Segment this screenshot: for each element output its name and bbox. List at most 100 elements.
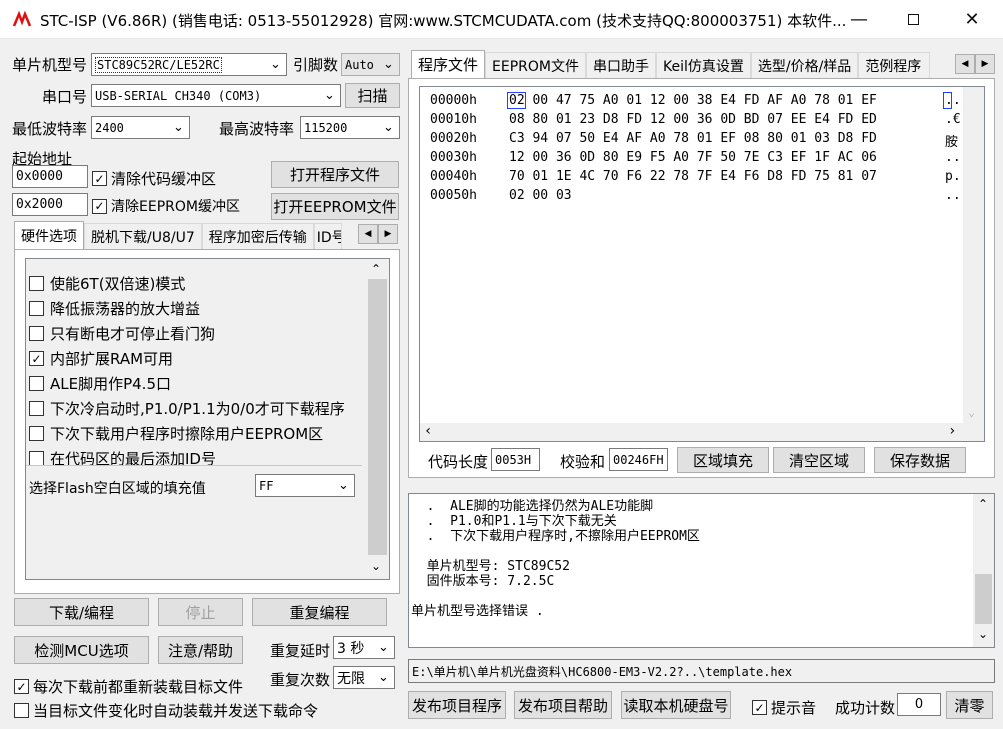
help-button[interactable]: 注意/帮助	[158, 636, 243, 664]
repeat-count-select[interactable]: 无限 ⌄	[333, 666, 395, 689]
sound-checkbox[interactable]: ✓	[752, 700, 767, 715]
tab-id-number[interactable]: ID号	[313, 223, 342, 249]
scroll-thumb[interactable]	[368, 279, 387, 555]
right-tab-scroll-right-icon[interactable]: ▶	[975, 54, 995, 74]
max-baud-label: 最高波特率	[219, 120, 295, 138]
max-baud-select[interactable]: 115200 ⌄	[300, 116, 400, 139]
right-tab-scroll-left-icon[interactable]: ◀	[955, 54, 975, 74]
hardware-option[interactable]: ALE脚用作P4.5口	[29, 373, 171, 394]
tab-program-file[interactable]: 程序文件	[411, 50, 486, 78]
scroll-left-icon[interactable]: ‹	[424, 423, 432, 439]
option-checkbox[interactable]	[29, 301, 44, 316]
hardware-option[interactable]: 使能6T(双倍速)模式	[29, 273, 185, 294]
option-checkbox[interactable]	[29, 451, 44, 466]
hex-row[interactable]: 00000h 02 00 47 75 A0 01 12 00 38 E4 FD A…	[430, 93, 961, 108]
tab-selection-price[interactable]: 选型/价格/样品	[750, 52, 859, 78]
open-program-file-button[interactable]: 打开程序文件	[271, 161, 399, 188]
reload-checkbox[interactable]: ✓	[14, 679, 29, 694]
log-output[interactable]: . ALE脚的功能选择仍然为ALE功能脚 . P1.0和P1.1与下次下载无关 …	[408, 493, 995, 648]
option-checkbox[interactable]	[29, 326, 44, 341]
hex-row[interactable]: 00020h C3 94 07 50 E4 AF A0 78 01 EF 08 8…	[430, 131, 958, 150]
option-checkbox[interactable]	[29, 426, 44, 441]
check-mcu-options-button[interactable]: 检测MCU选项	[14, 636, 149, 664]
min-baud-select[interactable]: 2400 ⌄	[91, 116, 190, 139]
option-checkbox[interactable]: ✓	[29, 351, 44, 366]
option-label: 下次冷启动时,P1.0/P1.1为0/0才可下载程序	[50, 400, 345, 418]
tab-serial-assistant[interactable]: 串口助手	[585, 52, 656, 78]
option-checkbox[interactable]	[29, 401, 44, 416]
hardware-option[interactable]: ✓ 内部扩展RAM可用	[29, 348, 173, 369]
hardware-option[interactable]: 只有断电才可停止看门狗	[29, 323, 215, 344]
tab-encrypted-transfer[interactable]: 程序加密后传输	[201, 223, 314, 249]
hex-bytes[interactable]: 08 80 01 23 D8 FD 12 00 36 0D BD 07 EE E…	[509, 112, 877, 127]
reload-label: 每次下载前都重新装载目标文件	[33, 678, 244, 696]
hex-row[interactable]: 00010h 08 80 01 23 D8 FD 12 00 36 0D BD 0…	[430, 112, 961, 127]
scroll-thumb[interactable]	[975, 574, 992, 624]
tab-eeprom-file[interactable]: EEPROM文件	[485, 52, 586, 78]
minimize-icon[interactable]: —	[830, 0, 888, 39]
reprogram-button[interactable]: 重复编程	[252, 598, 387, 626]
fill-value-select[interactable]: FF ⌄	[255, 474, 355, 497]
clear-count-button[interactable]: 清零	[946, 691, 993, 719]
auto-send-checkbox[interactable]	[14, 703, 29, 718]
hex-bytes[interactable]: 12 00 36 0D 80 E9 F5 A0 7F 50 7E C3 EF 1…	[509, 150, 877, 165]
repeat-delay-select[interactable]: 3 秒 ⌄	[333, 636, 395, 659]
hex-bytes[interactable]: C3 94 07 50 E4 AF A0 78 01 EF 08 80 01 0…	[509, 131, 877, 146]
options-scrollbar[interactable]: ⌃ ⌄	[366, 259, 389, 579]
option-checkbox[interactable]	[29, 276, 44, 291]
hex-bytes[interactable]: 02 00 47 75 A0 01 12 00 38 E4 FD AF A0 7…	[509, 93, 877, 108]
max-baud-value: 115200	[304, 120, 348, 135]
tab-hardware-options[interactable]: 硬件选项	[14, 221, 84, 249]
tab-scroll-left-icon[interactable]: ◀	[358, 224, 378, 244]
auto-send-checkbox-row[interactable]: 当目标文件变化时自动装载并发送下载命令	[14, 700, 318, 721]
hex-address: 00040h	[430, 169, 477, 184]
scroll-up-icon[interactable]: ⌃	[371, 262, 381, 276]
close-icon[interactable]: ✕	[943, 0, 1001, 39]
scan-button[interactable]: 扫描	[345, 83, 400, 108]
log-scrollbar[interactable]: ⌃ ⌄	[973, 494, 994, 647]
tab-scroll-right-icon[interactable]: ▶	[378, 224, 398, 244]
tab-examples[interactable]: 范例程序	[858, 52, 931, 78]
scroll-down-icon[interactable]: ⌄	[371, 559, 381, 573]
hex-row[interactable]: 00030h 12 00 36 0D 80 E9 F5 A0 7F 50 7E C…	[430, 150, 961, 165]
stop-button[interactable]: 停止	[158, 598, 243, 626]
publish-help-button[interactable]: 发布项目帮助	[514, 691, 612, 719]
reload-checkbox-row[interactable]: ✓ 每次下载前都重新装载目标文件	[14, 676, 243, 697]
clear-eeprom-checkbox-row[interactable]: ✓ 清除EEPROM缓冲区	[92, 196, 240, 216]
hex-row[interactable]: 00050h 02 00 03..	[430, 188, 961, 203]
scroll-down-icon[interactable]: ⌄	[968, 405, 975, 419]
mcu-type-select[interactable]: STC89C52RC/LE52RC ⌄	[91, 53, 287, 76]
read-disk-id-button[interactable]: 读取本机硬盘号	[621, 691, 731, 719]
hex-horizontal-scrollbar[interactable]: ‹ ›	[420, 423, 984, 441]
scroll-up-icon[interactable]: ⌃	[978, 497, 988, 511]
hex-bytes[interactable]: 70 01 1E 4C 70 F6 22 78 7F E4 F6 D8 FD 7…	[509, 169, 877, 184]
code-address-input[interactable]: 0x0000	[12, 165, 88, 188]
clear-code-checkbox-row[interactable]: ✓ 清除代码缓冲区	[92, 168, 216, 189]
hardware-option[interactable]: 下次冷启动时,P1.0/P1.1为0/0才可下载程序	[29, 398, 345, 419]
clear-region-button[interactable]: 清空区域	[773, 447, 865, 473]
port-select[interactable]: USB-SERIAL CH340 (COM3) ⌄	[91, 84, 341, 107]
hex-bytes[interactable]: 02 00 03	[509, 188, 572, 203]
clear-code-checkbox[interactable]: ✓	[92, 171, 107, 186]
hardware-option[interactable]: 下次下载用户程序时擦除用户EEPROM区	[29, 423, 323, 444]
hex-viewer[interactable]: 00000h 02 00 47 75 A0 01 12 00 38 E4 FD A…	[419, 86, 985, 442]
pin-count-select[interactable]: Auto ⌄	[341, 53, 400, 76]
hardware-option[interactable]: 降低振荡器的放大增益	[29, 298, 200, 319]
maximize-icon[interactable]	[884, 0, 942, 39]
option-checkbox[interactable]	[29, 376, 44, 391]
download-program-button[interactable]: 下载/编程	[14, 598, 149, 626]
eeprom-address-input[interactable]: 0x2000	[12, 193, 88, 216]
chevron-down-icon: ⌄	[270, 57, 281, 72]
hex-row[interactable]: 00040h 70 01 1E 4C 70 F6 22 78 7F E4 F6 D…	[430, 169, 961, 184]
tab-keil-settings[interactable]: Keil仿真设置	[655, 52, 751, 78]
sound-checkbox-row[interactable]: ✓ 提示音	[752, 697, 816, 718]
open-eeprom-file-button[interactable]: 打开EEPROM文件	[271, 193, 399, 220]
save-data-button[interactable]: 保存数据	[874, 447, 966, 473]
scroll-right-icon[interactable]: ›	[948, 423, 956, 439]
tab-offline-download[interactable]: 脱机下载/U8/U7	[84, 223, 202, 249]
scroll-down-icon[interactable]: ⌄	[978, 627, 988, 641]
hex-vertical-scrollbar[interactable]: ⌄	[963, 87, 984, 423]
region-fill-button[interactable]: 区域填充	[677, 447, 769, 473]
clear-eeprom-checkbox[interactable]: ✓	[92, 198, 107, 214]
publish-program-button[interactable]: 发布项目程序	[408, 691, 506, 719]
